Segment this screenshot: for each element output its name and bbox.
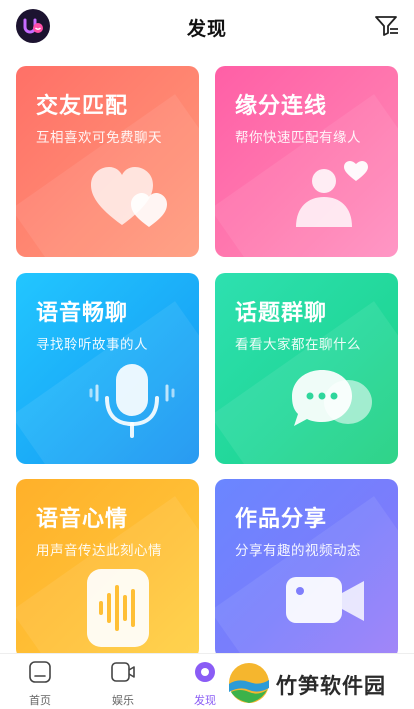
card-fate-connect[interactable]: 缘分连线 帮你快速匹配有缘人 bbox=[215, 66, 398, 257]
card-topic-group[interactable]: 话题群聊 看看大家都在聊什么 bbox=[215, 273, 398, 464]
card-works-share[interactable]: 作品分享 分享有趣的视频动态 bbox=[215, 479, 398, 659]
card-title: 语音畅聊 bbox=[36, 301, 129, 326]
card-subtitle: 用声音传达此刻心情 bbox=[36, 543, 162, 559]
microphone-icon bbox=[89, 364, 175, 438]
voice-wave-icon bbox=[87, 569, 149, 647]
discover-icon bbox=[195, 662, 215, 682]
watermark-text: 竹笋软件园 bbox=[276, 674, 386, 698]
tab-label: 娱乐 bbox=[112, 694, 134, 707]
watermark-logo-icon bbox=[229, 663, 269, 703]
hearts-icon bbox=[91, 167, 167, 227]
page-title: 发现 bbox=[186, 18, 227, 40]
chat-bubbles-icon bbox=[292, 370, 372, 426]
card-subtitle: 寻找聆听故事的人 bbox=[36, 337, 148, 353]
card-subtitle: 互相喜欢可免费聊天 bbox=[36, 130, 162, 146]
card-voice-mood[interactable]: 语音心情 用声音传达此刻心情 bbox=[16, 479, 199, 659]
video-camera-icon bbox=[286, 577, 364, 623]
card-title: 话题群聊 bbox=[235, 301, 328, 326]
tab-home[interactable]: 首页 bbox=[10, 660, 70, 708]
card-subtitle: 帮你快速匹配有缘人 bbox=[235, 130, 361, 146]
entertainment-icon bbox=[111, 662, 135, 682]
card-title: 缘分连线 bbox=[235, 94, 328, 119]
card-voice-chat[interactable]: 语音畅聊 寻找聆听故事的人 bbox=[16, 273, 199, 464]
card-title: 语音心情 bbox=[36, 507, 129, 532]
tab-label: 首页 bbox=[29, 694, 51, 707]
home-icon bbox=[29, 661, 51, 683]
card-subtitle: 看看大家都在聊什么 bbox=[235, 337, 361, 353]
tab-entertainment[interactable]: 娱乐 bbox=[93, 660, 153, 708]
card-title: 交友匹配 bbox=[36, 94, 129, 119]
person-heart-icon bbox=[296, 161, 368, 227]
filter-icon[interactable] bbox=[374, 14, 400, 38]
card-subtitle: 分享有趣的视频动态 bbox=[235, 543, 361, 559]
top-bar: 发现 bbox=[0, 0, 414, 54]
watermark: 竹笋软件园 bbox=[222, 657, 414, 709]
card-title: 作品分享 bbox=[235, 507, 328, 532]
card-dating-match[interactable]: 交友匹配 互相喜欢可免费聊天 bbox=[16, 66, 199, 257]
